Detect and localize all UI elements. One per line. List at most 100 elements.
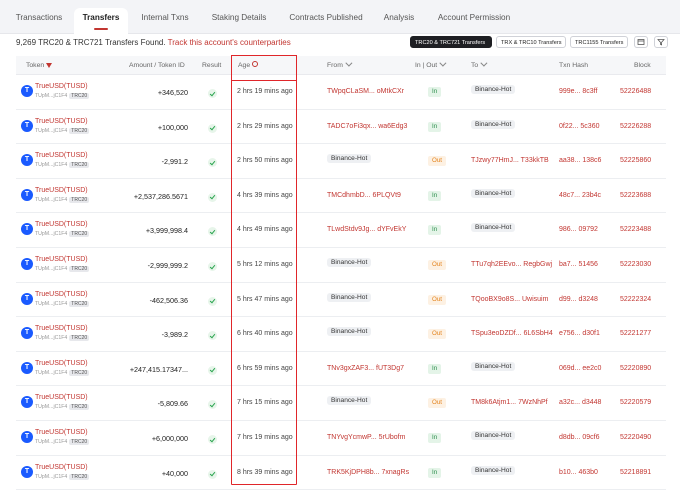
block-link[interactable]: 52220579 xyxy=(620,399,651,406)
block-link[interactable]: 52223488 xyxy=(620,226,651,233)
token-name-link[interactable]: TrueUSD(TUSD) xyxy=(35,291,88,298)
from-address-link[interactable]: Binance-Hot xyxy=(327,292,372,302)
txn-hash-link[interactable]: 069d... ee2c0 xyxy=(559,365,601,372)
txn-hash-link[interactable]: a32c... d3448 xyxy=(559,399,601,406)
transfer-age: 7 hrs 19 mins ago xyxy=(237,434,293,441)
txn-hash-link[interactable]: d8db... 09cf6 xyxy=(559,434,599,441)
tusd-token-icon: T xyxy=(21,465,33,478)
txn-hash-link[interactable]: 0f22... 5c360 xyxy=(559,123,599,130)
block-link[interactable]: 52221277 xyxy=(620,330,651,337)
to-address-link[interactable]: Binance-Hot xyxy=(471,431,516,440)
success-check-icon xyxy=(208,400,217,410)
clock-icon[interactable] xyxy=(252,61,259,68)
txn-hash-link[interactable]: e756... d30f1 xyxy=(559,330,600,337)
tab-transfers[interactable]: Transfers xyxy=(74,8,128,34)
exchange-tag: Binance-Hot xyxy=(327,258,372,267)
token-name-link[interactable]: TrueUSD(TUSD) xyxy=(35,325,88,332)
txn-hash-link[interactable]: 48c7... 23b4c xyxy=(559,192,601,199)
filter-funnel-icon[interactable] xyxy=(654,36,668,48)
col-inout[interactable]: In | Out xyxy=(415,56,447,75)
to-address-link[interactable]: TJzwy77HmJ... T33kkTB xyxy=(471,157,549,164)
block-link[interactable]: 52220890 xyxy=(620,365,651,372)
token-standard-badge: TRC20 xyxy=(69,266,90,272)
to-address-link[interactable]: Binance-Hot xyxy=(471,188,516,198)
tusd-token-icon: T xyxy=(21,431,33,443)
from-address-link[interactable]: TNYvgYcmwP... 5rUbofm xyxy=(327,434,405,441)
token-standard-badge: TRC20 xyxy=(69,439,90,445)
token-name-link[interactable]: TrueUSD(TUSD) xyxy=(35,394,88,401)
filter-trc1155[interactable]: TRC1155 Transfers xyxy=(570,36,628,48)
token-name-link[interactable]: TrueUSD(TUSD) xyxy=(35,429,88,436)
calendar-icon[interactable] xyxy=(634,36,648,48)
transfer-age: 8 hrs 39 mins ago xyxy=(237,468,293,476)
from-address-link[interactable]: Binance-Hot xyxy=(327,396,372,406)
tab-transactions[interactable]: Transactions xyxy=(8,9,70,34)
block-link[interactable]: 52226288 xyxy=(620,123,651,130)
token-name-link[interactable]: TrueUSD(TUSD) xyxy=(35,187,88,194)
token-name-link[interactable]: TrueUSD(TUSD) xyxy=(35,83,88,90)
track-counterparties-link[interactable]: Track this account's counterparties xyxy=(168,38,291,47)
filter-icon[interactable] xyxy=(345,59,353,67)
block-link[interactable]: 52218891 xyxy=(620,469,651,476)
from-address-link[interactable]: TNv3gxZAF3... fUT3Dg7 xyxy=(327,365,404,372)
from-address-link[interactable]: TMCdhmbD... 6PLQVt9 xyxy=(327,192,401,199)
block-link[interactable]: 52223688 xyxy=(620,192,651,199)
to-address-link[interactable]: TTu7qh2EEvo... RegbGwj xyxy=(471,261,552,268)
txn-hash-link[interactable]: ba7... 51456 xyxy=(559,261,598,268)
from-address-link[interactable]: Binance-Hot xyxy=(327,327,372,337)
direction-badge: Out xyxy=(428,398,446,409)
block-link[interactable]: 52220490 xyxy=(620,434,651,441)
token-name-link[interactable]: TrueUSD(TUSD) xyxy=(35,152,88,159)
filter-icon[interactable] xyxy=(439,59,447,67)
from-address-link[interactable]: Binance-Hot xyxy=(327,258,372,267)
tab-account-permission[interactable]: Account Permission xyxy=(430,9,518,34)
txn-hash-link[interactable]: aa38... 138c6 xyxy=(559,157,601,164)
filter-trc20-trc721[interactable]: TRC20 & TRC721 Transfers xyxy=(410,36,492,48)
token-name-link[interactable]: TrueUSD(TUSD) xyxy=(35,256,88,263)
token-name-link[interactable]: TrueUSD(TUSD) xyxy=(35,360,88,367)
txn-hash-link[interactable]: b10... 463b0 xyxy=(559,469,598,476)
col-token[interactable]: Token xyxy=(26,56,53,75)
col-age[interactable]: Age xyxy=(238,56,259,75)
from-address-link[interactable]: TWpqCLaSM... oMtkCXr xyxy=(327,88,404,95)
block-link[interactable]: 52226488 xyxy=(620,88,651,95)
token-address: TUpM...jC1F4 TRC20 xyxy=(35,93,90,99)
tab-internal-txns[interactable]: Internal Txns xyxy=(134,9,196,34)
to-address-link[interactable]: Binance-Hot xyxy=(471,119,516,129)
token-address: TUpM...jC1F4 TRC20 xyxy=(35,335,90,342)
token-standard-badge: TRC20 xyxy=(69,231,90,238)
to-address-link[interactable]: Binance-Hot xyxy=(471,223,516,233)
block-link[interactable]: 52225860 xyxy=(620,157,651,164)
direction-badge: In xyxy=(428,190,442,201)
to-address-link[interactable]: Binance-Hot xyxy=(471,361,516,371)
filter-icon[interactable] xyxy=(480,59,488,67)
col-from[interactable]: From xyxy=(327,56,353,75)
tab-contracts-published[interactable]: Contracts Published xyxy=(282,9,370,34)
from-address-link[interactable]: TLwdStdv9Jg... dYFvEkY xyxy=(327,226,406,233)
txn-hash-link[interactable]: d99... d3248 xyxy=(559,296,598,303)
token-name-link[interactable]: TrueUSD(TUSD) xyxy=(35,464,88,471)
to-address-link[interactable]: TM8k6Atjm1... 7WzNhPf xyxy=(471,399,548,406)
to-address-link[interactable]: Binance-Hot xyxy=(471,465,516,475)
token-standard-badge: TRC20 xyxy=(69,473,90,480)
tab-staking-details[interactable]: Staking Details xyxy=(202,9,276,34)
from-address-link[interactable]: TADC7oFi3qx... wa6Edg3 xyxy=(327,123,407,130)
to-address-link[interactable]: TSpu3eoDZDf... 6L6SbH4 xyxy=(471,330,553,337)
txn-hash-link[interactable]: 999e... 8c3ff xyxy=(559,88,597,95)
txn-hash-link[interactable]: 986... 09792 xyxy=(559,226,598,233)
tab-analysis[interactable]: Analysis xyxy=(376,9,422,34)
exchange-tag: Binance-Hot xyxy=(471,188,516,198)
token-name-link[interactable]: TrueUSD(TUSD) xyxy=(35,118,88,125)
col-to[interactable]: To xyxy=(471,56,488,75)
filter-trx-trc10[interactable]: TRX & TRC10 Transfers xyxy=(496,36,566,48)
token-standard-badge: TRC20 xyxy=(69,196,90,203)
from-address-link[interactable]: TRK5KjDPH8b... 7xnagRs xyxy=(327,469,409,476)
to-address-link[interactable]: TQooBX9o8S... Uwisuim xyxy=(471,296,548,303)
success-check-icon xyxy=(208,296,217,306)
success-check-icon xyxy=(208,158,217,168)
block-link[interactable]: 52222324 xyxy=(620,296,651,303)
to-address-link[interactable]: Binance-Hot xyxy=(471,85,516,94)
token-name-link[interactable]: TrueUSD(TUSD) xyxy=(35,221,88,228)
from-address-link[interactable]: Binance-Hot xyxy=(327,154,372,164)
block-link[interactable]: 52223030 xyxy=(620,261,651,268)
